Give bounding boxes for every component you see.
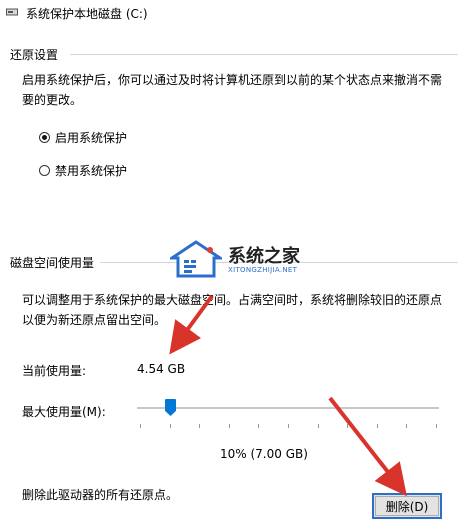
restore-settings-title: 还原设置	[10, 46, 63, 63]
watermark-title: 系统之家	[228, 246, 300, 267]
restore-description-line1: 启用系统保护后，你可以通过及时将计算机还原到以前的某个状态点来撤消不需	[22, 73, 443, 87]
restore-settings-divider	[70, 54, 458, 55]
drive-icon	[6, 8, 18, 16]
title-bar: 系统保护本地磁盘 (C:)	[0, 0, 467, 26]
max-usage-slider-track[interactable]	[137, 407, 439, 409]
restore-description-line2: 要的更改。	[22, 93, 83, 107]
current-usage-value: 4.54 GB	[137, 362, 186, 376]
slider-tick	[406, 424, 407, 428]
max-usage-slider-thumb[interactable]	[165, 399, 176, 416]
radio-enable-label: 启用系统保护	[55, 131, 128, 145]
delete-description: 删除此驱动器的所有还原点。	[22, 488, 179, 502]
radio-disable-protection[interactable]: 禁用系统保护	[39, 162, 127, 179]
slider-readout: 10% (7.00 GB)	[220, 447, 308, 461]
current-usage-label: 当前使用量:	[22, 364, 87, 378]
disk-description-line1: 可以调整用于系统保护的最大磁盘空间。占满空间时，系统将删除较旧的还原点	[22, 293, 443, 307]
arrow-to-delete-button	[328, 396, 407, 497]
radio-checked-icon[interactable]	[39, 132, 50, 143]
slider-tick	[258, 424, 259, 428]
radio-enable-protection[interactable]: 启用系统保护	[39, 129, 127, 146]
slider-tick	[170, 424, 171, 428]
disk-usage-title: 磁盘空间使用量	[10, 254, 99, 271]
radio-unchecked-icon[interactable]	[39, 165, 50, 176]
window-title: 系统保护本地磁盘 (C:)	[26, 7, 148, 21]
max-usage-label: 最大使用量(M):	[22, 405, 106, 419]
slider-tick	[140, 424, 141, 428]
slider-tick	[436, 424, 437, 428]
watermark-logo: 系统之家 XITONGZHIJIA.NET	[167, 240, 310, 280]
slider-tick	[199, 424, 200, 428]
slider-tick	[288, 424, 289, 428]
watermark-house-icon	[167, 240, 225, 278]
slider-tick	[347, 424, 348, 428]
slider-tick	[318, 424, 319, 428]
delete-button[interactable]: 删除(D)	[372, 493, 442, 519]
disk-description-line2: 以便为新还原点留出空间。	[22, 313, 167, 327]
radio-disable-label: 禁用系统保护	[55, 164, 128, 178]
slider-tick	[229, 424, 230, 428]
watermark-subtitle: XITONGZHIJIA.NET	[228, 266, 298, 274]
slider-tick	[377, 424, 378, 428]
delete-button-label: 删除(D)	[385, 499, 429, 514]
